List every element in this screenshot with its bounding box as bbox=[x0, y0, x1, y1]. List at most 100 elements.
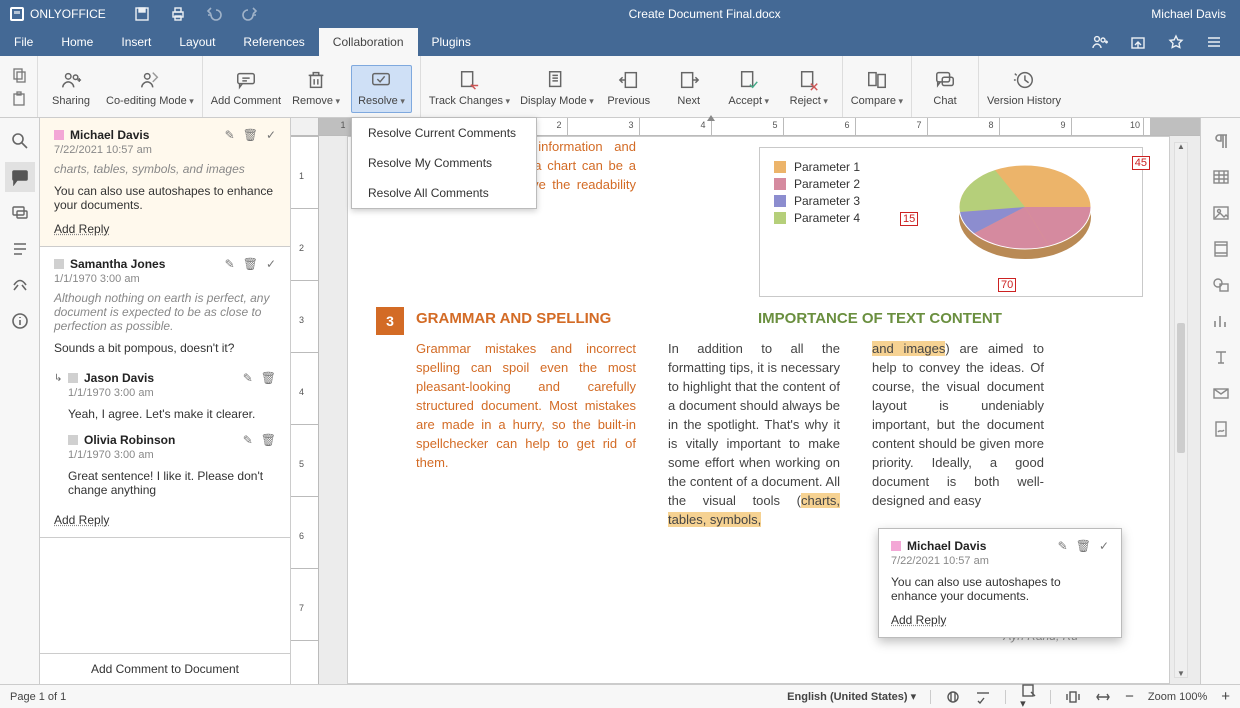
image-settings-icon[interactable] bbox=[1212, 204, 1230, 222]
redo-icon[interactable] bbox=[242, 6, 258, 22]
mail-merge-icon[interactable] bbox=[1212, 384, 1230, 402]
floating-comment-popup[interactable]: Michael Davis ✎ 🗑 ✓ 7/22/2021 10:57 am Y… bbox=[878, 528, 1122, 638]
resolve-all-item[interactable]: Resolve All Comments bbox=[352, 178, 536, 208]
doc-settings-icon[interactable]: ▾ bbox=[1020, 683, 1036, 708]
zoom-in-icon[interactable]: + bbox=[1221, 688, 1230, 705]
heading-importance: IMPORTANCE OF TEXT CONTENT bbox=[758, 310, 1002, 327]
search-icon[interactable] bbox=[11, 132, 29, 150]
edit-comment-icon[interactable]: ✎ bbox=[225, 257, 235, 271]
tab-references[interactable]: References bbox=[229, 28, 318, 56]
tab-insert[interactable]: Insert bbox=[107, 28, 165, 56]
add-reply-link[interactable]: Add Reply bbox=[891, 613, 946, 627]
author-swatch-icon bbox=[54, 130, 64, 140]
comment-timestamp: 7/22/2021 10:57 am bbox=[891, 555, 1109, 567]
sharing-button[interactable]: Sharing bbox=[46, 69, 96, 113]
delete-comment-icon[interactable]: 🗑 bbox=[243, 257, 258, 271]
open-location-icon[interactable] bbox=[1130, 34, 1146, 50]
tab-plugins[interactable]: Plugins bbox=[418, 28, 485, 56]
version-history-button[interactable]: Version History bbox=[987, 69, 1061, 113]
resolve-current-item[interactable]: Resolve Current Comments bbox=[352, 118, 536, 148]
add-reply-link[interactable]: Add Reply bbox=[54, 513, 109, 527]
manage-access-icon[interactable] bbox=[1092, 34, 1108, 50]
display-mode-button[interactable]: Display Mode bbox=[520, 69, 594, 113]
left-rail bbox=[0, 118, 40, 684]
comment-item[interactable]: Samantha Jones ✎ 🗑 ✓ 1/1/1970 3:00 am Al… bbox=[40, 247, 290, 538]
menu-icon[interactable] bbox=[1206, 34, 1222, 50]
tab-layout[interactable]: Layout bbox=[165, 28, 229, 56]
accept-button[interactable]: Accept bbox=[724, 69, 774, 113]
document-title: Create Document Final.docx bbox=[258, 7, 1151, 21]
shape-settings-icon[interactable] bbox=[1212, 276, 1230, 294]
tab-file[interactable]: File bbox=[0, 28, 47, 56]
scrollbar-thumb[interactable] bbox=[1177, 323, 1185, 453]
fit-width-icon[interactable] bbox=[1095, 690, 1111, 704]
paste-icon[interactable] bbox=[11, 91, 27, 107]
comment-timestamp: 7/22/2021 10:57 am bbox=[54, 144, 276, 156]
delete-comment-icon[interactable]: 🗑 bbox=[243, 128, 258, 142]
delete-comment-icon[interactable]: 🗑 bbox=[261, 433, 276, 447]
chart-settings-icon[interactable] bbox=[1212, 312, 1230, 330]
paragraph-settings-icon[interactable] bbox=[1212, 132, 1230, 150]
edit-comment-icon[interactable]: ✎ bbox=[243, 371, 253, 385]
print-icon[interactable] bbox=[170, 6, 186, 22]
signature-icon[interactable] bbox=[1212, 420, 1230, 438]
comment-item[interactable]: Michael Davis ✎ 🗑 ✓ 7/22/2021 10:57 am c… bbox=[40, 118, 290, 247]
favorite-icon[interactable] bbox=[1168, 34, 1184, 50]
title-bar: ONLYOFFICE Create Document Final.docx Mi… bbox=[0, 0, 1240, 28]
delete-comment-icon[interactable]: 🗑 bbox=[261, 371, 276, 385]
zoom-out-icon[interactable]: − bbox=[1125, 688, 1134, 705]
body-text: and images) are aimed to help to convey … bbox=[872, 339, 1044, 529]
comments-panel-icon[interactable] bbox=[11, 168, 29, 186]
add-reply-link[interactable]: Add Reply bbox=[54, 222, 109, 236]
resolve-my-item[interactable]: Resolve My Comments bbox=[352, 148, 536, 178]
resolve-dropdown[interactable]: Resolve Current Comments Resolve My Comm… bbox=[351, 117, 537, 209]
feedback-icon[interactable] bbox=[11, 276, 29, 294]
edit-comment-icon[interactable]: ✎ bbox=[1058, 539, 1068, 553]
save-icon[interactable] bbox=[134, 6, 150, 22]
next-button[interactable]: Next bbox=[664, 69, 714, 113]
compare-button[interactable]: Compare bbox=[851, 69, 903, 113]
add-comment-button[interactable]: Add Comment bbox=[211, 69, 281, 113]
user-name[interactable]: Michael Davis bbox=[1151, 7, 1240, 21]
tab-collaboration[interactable]: Collaboration bbox=[319, 28, 418, 56]
zoom-label[interactable]: Zoom 100% bbox=[1148, 691, 1207, 703]
fit-page-icon[interactable] bbox=[1065, 690, 1081, 704]
clipboard-mini bbox=[0, 56, 38, 117]
spellcheck-icon[interactable] bbox=[945, 690, 961, 704]
scroll-up-icon[interactable]: ▲ bbox=[1175, 142, 1187, 151]
table-settings-icon[interactable] bbox=[1212, 168, 1230, 186]
language-selector[interactable]: English (United States) ▾ bbox=[787, 690, 916, 703]
trackchanges-status-icon[interactable] bbox=[975, 690, 991, 704]
edit-comment-icon[interactable]: ✎ bbox=[243, 433, 253, 447]
resolve-comment-icon[interactable]: ✓ bbox=[266, 128, 276, 142]
text-art-icon[interactable] bbox=[1212, 348, 1230, 366]
undo-icon[interactable] bbox=[206, 6, 222, 22]
resolve-comment-icon[interactable]: ✓ bbox=[266, 257, 276, 271]
tab-home[interactable]: Home bbox=[47, 28, 107, 56]
resolve-button[interactable]: Resolve bbox=[351, 65, 412, 113]
vertical-scrollbar[interactable]: ▲ ▼ bbox=[1174, 142, 1188, 678]
remove-button[interactable]: Remove bbox=[291, 69, 341, 113]
chat-panel-icon[interactable] bbox=[11, 204, 29, 222]
delete-comment-icon[interactable]: 🗑 bbox=[1076, 539, 1091, 553]
header-footer-icon[interactable] bbox=[1212, 240, 1230, 258]
track-changes-button[interactable]: Track Changes bbox=[429, 69, 510, 113]
previous-button[interactable]: Previous bbox=[604, 69, 654, 113]
chat-button[interactable]: Chat bbox=[920, 69, 970, 113]
reply-author: Olivia Robinson bbox=[84, 433, 175, 447]
add-comment-to-document-link[interactable]: Add Comment to Document bbox=[40, 653, 290, 684]
page-indicator[interactable]: Page 1 of 1 bbox=[10, 691, 66, 703]
body-columns: Grammar mistakes and incorrect spelling … bbox=[416, 339, 1139, 529]
chart-callout: 70 bbox=[998, 278, 1016, 292]
main-tabs: File Home Insert Layout References Colla… bbox=[0, 28, 1240, 56]
edit-comment-icon[interactable]: ✎ bbox=[225, 128, 235, 142]
copy-icon[interactable] bbox=[11, 67, 27, 83]
vertical-ruler[interactable]: 1 2 3 4 5 6 7 bbox=[291, 136, 319, 684]
reject-button[interactable]: Reject bbox=[784, 69, 834, 113]
coediting-mode-button[interactable]: Co-editing Mode bbox=[106, 69, 194, 113]
navigation-icon[interactable] bbox=[11, 240, 29, 258]
about-icon[interactable] bbox=[11, 312, 29, 330]
scroll-down-icon[interactable]: ▼ bbox=[1175, 669, 1187, 678]
resolve-comment-icon[interactable]: ✓ bbox=[1099, 539, 1109, 553]
chart[interactable]: Parameter 1 Parameter 2 Parameter 3 Para… bbox=[759, 147, 1143, 297]
